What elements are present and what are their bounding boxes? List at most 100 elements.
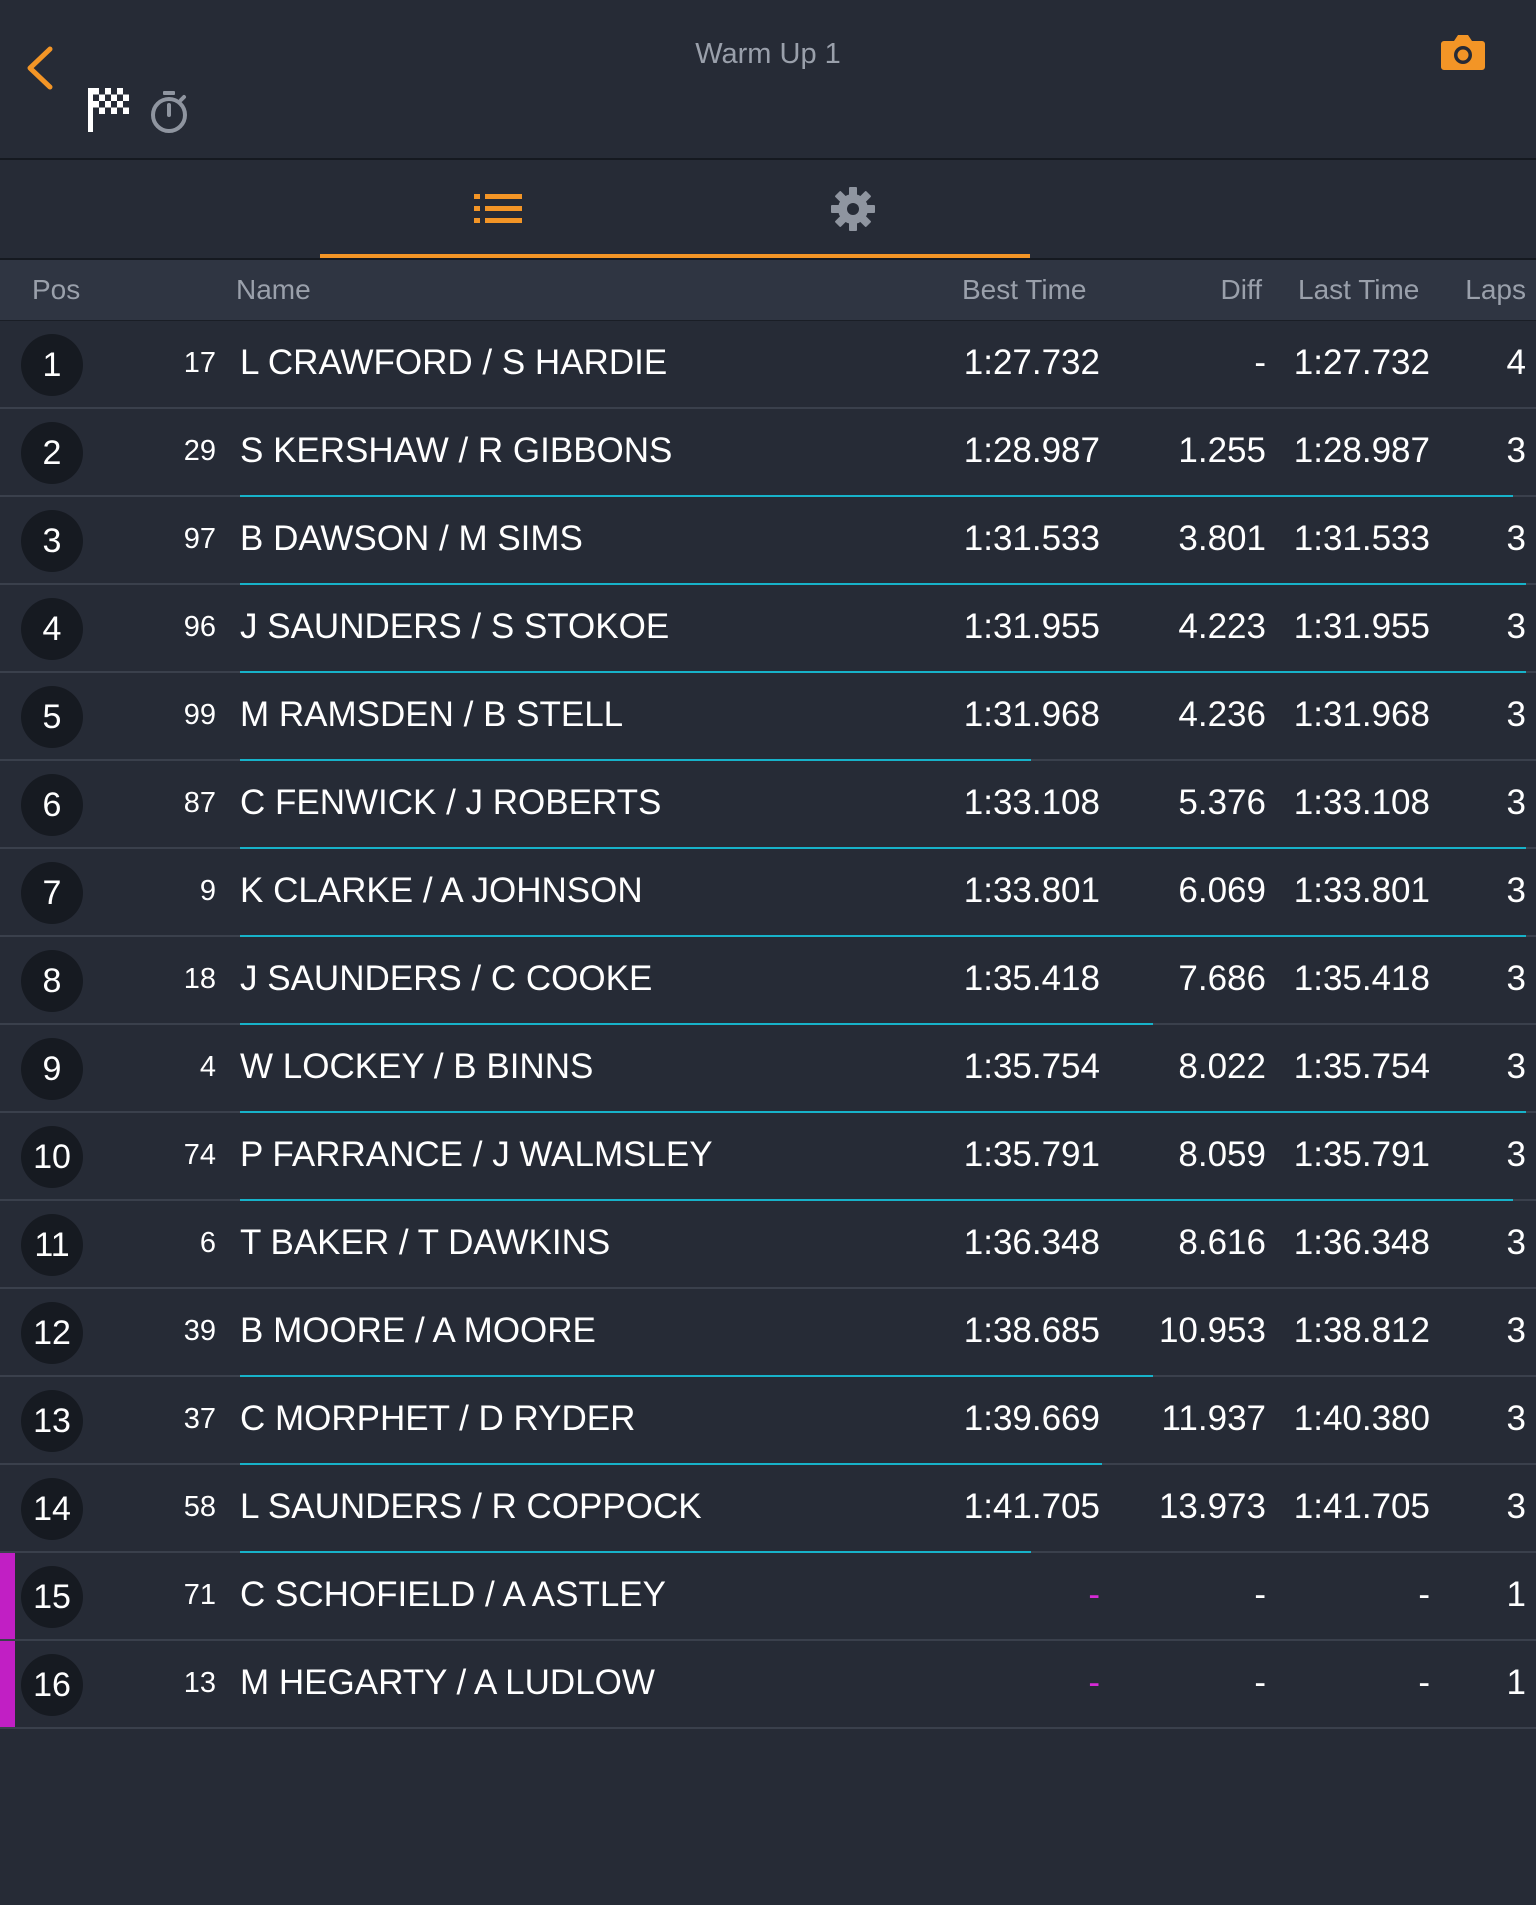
lap-count: 3 <box>1506 607 1526 646</box>
position-badge: 9 <box>21 1038 83 1100</box>
driver-names: S KERSHAW / R GIBBONS <box>240 431 673 470</box>
driver-names: J SAUNDERS / C COOKE <box>240 959 653 998</box>
car-number: 58 <box>183 1491 216 1523</box>
table-row[interactable]: 12 39 B MOORE / A MOORE 1:38.685 10.953 1:38.… <box>0 1289 1536 1377</box>
last-time: 1:31.533 <box>1293 519 1430 558</box>
position-badge: 13 <box>21 1390 83 1452</box>
time-diff: 10.953 <box>1158 1311 1266 1350</box>
car-number: 87 <box>183 787 216 819</box>
lap-count: 3 <box>1506 1311 1526 1350</box>
last-time: - <box>1418 1663 1430 1702</box>
driver-names: P FARRANCE / J WALMSLEY <box>240 1135 713 1174</box>
lap-count: 3 <box>1506 431 1526 470</box>
time-diff: 4.223 <box>1178 607 1266 646</box>
best-time: 1:41.705 <box>963 1487 1100 1526</box>
table-row[interactable]: 14 58 L SAUNDERS / R COPPOCK 1:41.705 13.973… <box>0 1465 1536 1553</box>
table-row[interactable]: 3 97 B DAWSON / M SIMS 1:31.533 3.801 1:31.53… <box>0 497 1536 585</box>
time-diff: 11.937 <box>1161 1399 1266 1438</box>
lap-count: 3 <box>1506 519 1526 558</box>
last-time: 1:38.812 <box>1293 1311 1430 1350</box>
driver-names: C MORPHET / D RYDER <box>240 1399 636 1438</box>
position-badge: 3 <box>21 510 83 572</box>
time-diff: 8.022 <box>1178 1047 1266 1086</box>
list-icon <box>473 194 522 223</box>
time-diff: - <box>1254 1575 1266 1614</box>
position-badge: 2 <box>21 422 83 484</box>
best-time: - <box>1088 1663 1100 1702</box>
position-badge: 7 <box>21 862 83 924</box>
car-number: 4 <box>199 1051 216 1083</box>
position-badge: 5 <box>21 686 83 748</box>
table-row[interactable]: 6 87 C FENWICK / J ROBERTS 1:33.108 5.376 1:3… <box>0 761 1536 849</box>
last-time: 1:31.955 <box>1293 607 1430 646</box>
last-time: 1:35.754 <box>1293 1047 1430 1086</box>
table-row[interactable]: 5 99 M RAMSDEN / B STELL 1:31.968 4.236 1:31.… <box>0 673 1536 761</box>
table-row[interactable]: 1 17 L CRAWFORD / S HARDIE 1:27.732-1:27.73… <box>0 321 1536 409</box>
last-time: 1:36.348 <box>1293 1223 1430 1262</box>
time-diff: - <box>1254 343 1266 382</box>
tab-settings[interactable] <box>675 160 1030 258</box>
tab-list[interactable] <box>320 160 675 258</box>
lap-count: 3 <box>1506 1223 1526 1262</box>
position-badge: 8 <box>21 950 83 1012</box>
column-laps[interactable]: Laps <box>1465 274 1526 306</box>
table-row[interactable]: 11 6 T BAKER / T DAWKINS 1:36.348 8.616 1:36.… <box>0 1201 1536 1289</box>
stopwatch-icon <box>151 91 187 133</box>
time-diff: 7.686 <box>1178 959 1266 998</box>
table-row[interactable]: 16 13 M HEGARTY / A LUDLOW - - - 1 <box>0 1641 1536 1729</box>
last-time: 1:33.108 <box>1293 783 1430 822</box>
table-row[interactable]: 9 4 W LOCKEY / B BINNS 1:35.754 8.022 1:35.75… <box>0 1025 1536 1113</box>
driver-names: C FENWICK / J ROBERTS <box>240 783 662 822</box>
table-row[interactable]: 13 37 C MORPHET / D RYDER 1:39.669 11.937 1:4… <box>0 1377 1536 1465</box>
position-badge: 1 <box>21 334 83 396</box>
best-time: 1:36.348 <box>963 1223 1100 1262</box>
time-diff: 3.801 <box>1178 519 1266 558</box>
car-number: 96 <box>183 611 216 643</box>
time-diff: 1.255 <box>1178 431 1266 470</box>
lap-count: 3 <box>1506 1047 1526 1086</box>
time-diff: 8.059 <box>1178 1135 1266 1174</box>
table-row[interactable]: 10 74 P FARRANCE / J WALMSLEY 1:35.791 8.059… <box>0 1113 1536 1201</box>
driver-names: C SCHOFIELD / A ASTLEY <box>240 1575 666 1614</box>
driver-names: B MOORE / A MOORE <box>240 1311 596 1350</box>
column-pos[interactable]: Pos <box>32 274 80 306</box>
car-number: 97 <box>183 523 216 555</box>
results-table: 1 17 L CRAWFORD / S HARDIE 1:27.732-1:27.73… <box>0 321 1536 1729</box>
driver-names: L CRAWFORD / S HARDIE <box>240 343 668 382</box>
driver-names: K CLARKE / A JOHNSON <box>240 871 643 910</box>
last-time: 1:41.705 <box>1293 1487 1430 1526</box>
table-row[interactable]: 2 29 S KERSHAW / R GIBBONS 1:28.987 1.255 1:2… <box>0 409 1536 497</box>
last-time: 1:35.418 <box>1293 959 1430 998</box>
best-time: 1:39.669 <box>963 1399 1100 1438</box>
position-badge: 16 <box>21 1654 83 1716</box>
last-time: - <box>1418 1575 1430 1614</box>
position-badge: 10 <box>21 1126 83 1188</box>
page-title: Warm Up 1 <box>695 38 841 70</box>
time-diff: 13.973 <box>1158 1487 1266 1526</box>
car-number: 99 <box>183 699 216 731</box>
active-tab-indicator <box>320 254 1030 258</box>
camera-button[interactable] <box>1440 32 1486 77</box>
table-row[interactable]: 8 18 J SAUNDERS / C COOKE 1:35.418 7.686 1:35… <box>0 937 1536 1025</box>
lap-count: 1 <box>1506 1663 1526 1702</box>
gear-icon <box>830 187 875 231</box>
last-time: 1:27.732 <box>1293 343 1430 382</box>
last-time: 1:40.380 <box>1293 1399 1430 1438</box>
driver-names: M RAMSDEN / B STELL <box>240 695 624 734</box>
lap-count: 3 <box>1506 695 1526 734</box>
best-time: 1:35.754 <box>963 1047 1100 1086</box>
column-last-time[interactable]: Last Time <box>1298 274 1419 306</box>
best-time: 1:33.801 <box>963 871 1100 910</box>
car-number: 6 <box>199 1227 216 1259</box>
driver-names: L SAUNDERS / R COPPOCK <box>240 1487 702 1526</box>
column-best-time[interactable]: Best Time <box>962 274 1086 306</box>
position-badge: 14 <box>21 1478 83 1540</box>
table-row[interactable]: 7 9 K CLARKE / A JOHNSON 1:33.801 6.069 1:33.… <box>0 849 1536 937</box>
driver-names: M HEGARTY / A LUDLOW <box>240 1663 655 1702</box>
table-row[interactable]: 15 71 C SCHOFIELD / A ASTLEY - - - 1 <box>0 1553 1536 1641</box>
table-row[interactable]: 4 96 J SAUNDERS / S STOKOE 1:31.955 4.223 1:3… <box>0 585 1536 673</box>
best-time: 1:28.987 <box>963 431 1100 470</box>
column-diff[interactable]: Diff <box>1221 274 1263 306</box>
column-name[interactable]: Name <box>236 274 311 306</box>
position-badge: 11 <box>21 1214 83 1276</box>
